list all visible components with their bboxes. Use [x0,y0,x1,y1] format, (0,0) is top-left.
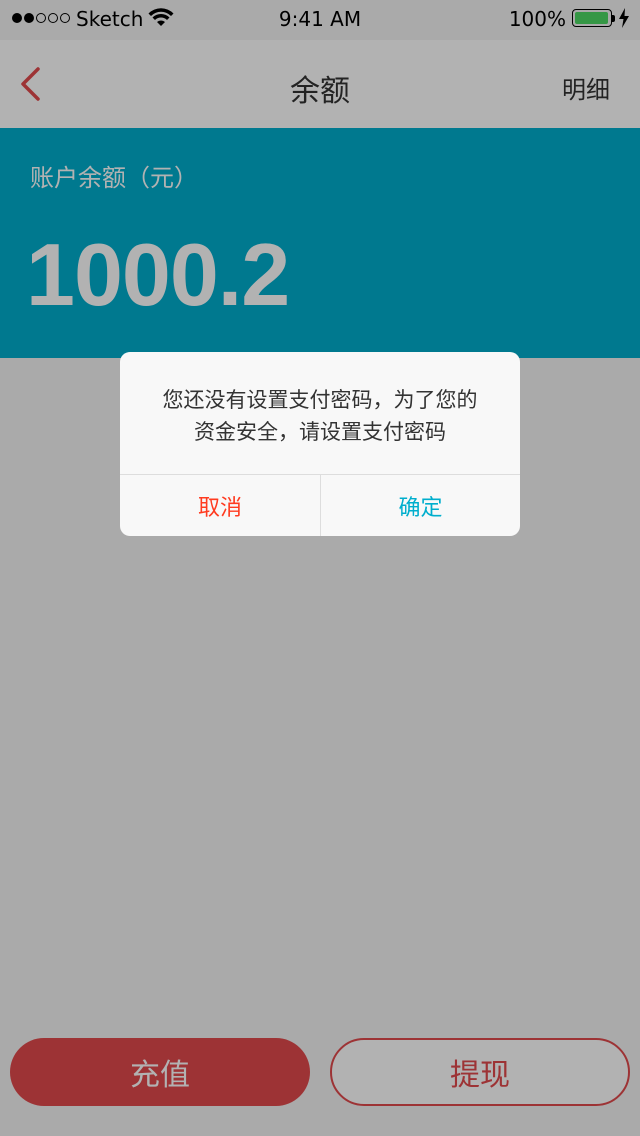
confirm-button[interactable]: 确定 [321,475,520,536]
modal-overlay[interactable] [0,0,640,1136]
cancel-button[interactable]: 取消 [120,475,320,536]
set-password-alert-dialog: 您还没有设置支付密码，为了您的 资金安全，请设置支付密码 取消 确定 [120,352,520,536]
dialog-message-line: 资金安全，请设置支付密码 [194,420,446,444]
dialog-message: 您还没有设置支付密码，为了您的 资金安全，请设置支付密码 [140,384,500,448]
dialog-message-line: 您还没有设置支付密码，为了您的 [162,388,478,412]
